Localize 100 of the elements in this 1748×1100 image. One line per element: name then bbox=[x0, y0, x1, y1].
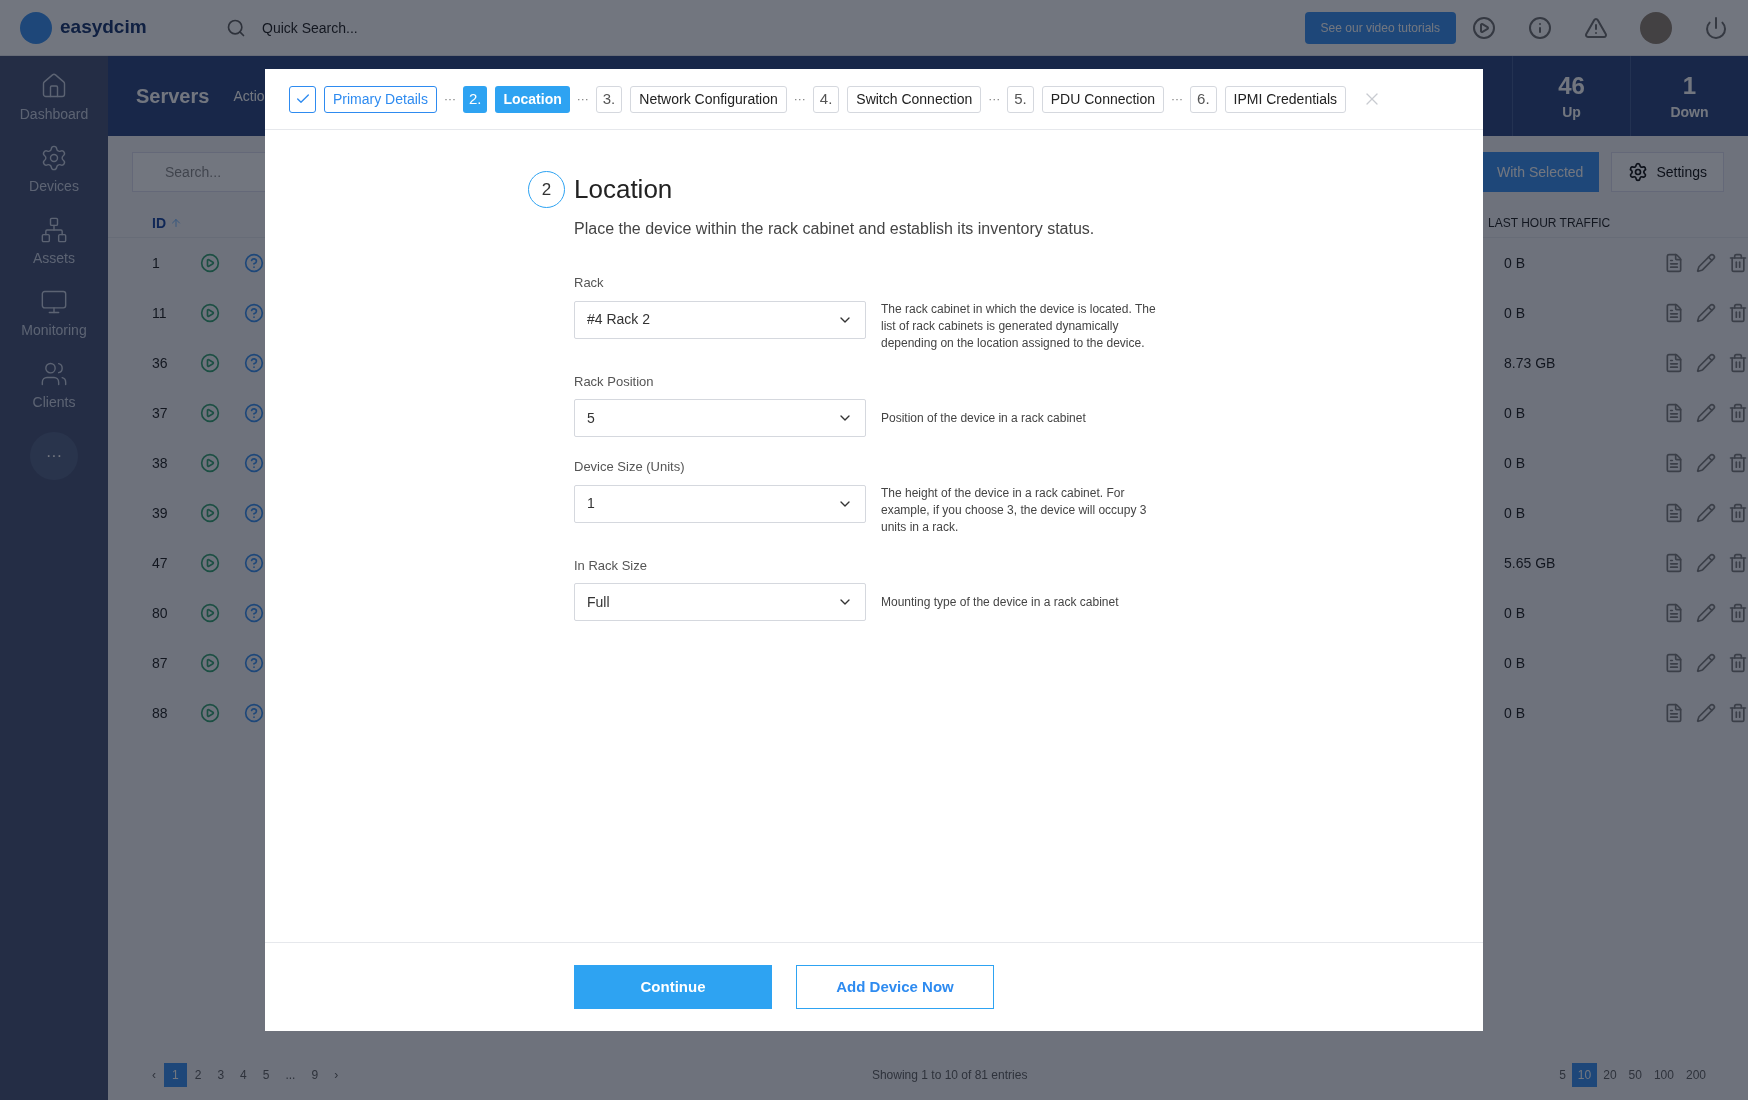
next-page-button[interactable]: › bbox=[326, 1067, 347, 1083]
step-number[interactable]: 4. bbox=[812, 85, 840, 113]
page-size-button[interactable]: 20 bbox=[1597, 1063, 1623, 1087]
page-button[interactable]: 3 bbox=[209, 1063, 233, 1087]
document-icon[interactable] bbox=[1664, 653, 1684, 673]
page-size-button[interactable]: 50 bbox=[1622, 1063, 1648, 1087]
search-icon bbox=[226, 17, 246, 38]
page-button[interactable]: 9 bbox=[303, 1063, 327, 1087]
table-cell-text: 11 bbox=[152, 304, 168, 323]
delete-icon[interactable] bbox=[1728, 353, 1748, 373]
edit-icon[interactable] bbox=[1696, 603, 1716, 623]
column-header[interactable]: ID bbox=[152, 212, 166, 233]
delete-icon[interactable] bbox=[1728, 703, 1748, 723]
quick-search-field[interactable]: Quick Search... bbox=[262, 17, 562, 38]
step-tab[interactable]: Location bbox=[495, 85, 570, 113]
play-icon[interactable] bbox=[200, 453, 220, 473]
delete-icon[interactable] bbox=[1728, 453, 1748, 473]
page-tab[interactable]: Actio bbox=[233, 86, 265, 106]
table-cell-text: 8.73 GB bbox=[1504, 354, 1557, 373]
edit-icon[interactable] bbox=[1696, 253, 1716, 273]
continue-button[interactable]: Continue bbox=[574, 965, 772, 1009]
table-cell-text: 88 bbox=[152, 704, 169, 723]
column-header[interactable]: LAST HOUR TRAFFIC bbox=[1488, 214, 1748, 231]
document-icon[interactable] bbox=[1664, 453, 1684, 473]
page-size-button[interactable]: 10 bbox=[1571, 1063, 1598, 1087]
previous-page-button[interactable]: ‹ bbox=[144, 1067, 164, 1083]
step-number[interactable]: 2. bbox=[462, 85, 488, 113]
stat-tile: 46 Up bbox=[1512, 56, 1630, 136]
settings-button[interactable]: Settings bbox=[1611, 152, 1724, 192]
edit-icon[interactable] bbox=[1696, 503, 1716, 523]
play-icon[interactable] bbox=[200, 503, 220, 523]
document-icon[interactable] bbox=[1664, 303, 1684, 323]
delete-icon[interactable] bbox=[1728, 403, 1748, 423]
step-tab[interactable]: IPMI Credentials bbox=[1224, 85, 1347, 113]
field-label: In Rack Size bbox=[574, 556, 648, 575]
edit-icon[interactable] bbox=[1696, 303, 1716, 323]
table-cell-text: 5.65 GB bbox=[1504, 554, 1557, 573]
table-cell-text: 0 B bbox=[1504, 604, 1526, 623]
page-button[interactable]: 5 bbox=[254, 1063, 278, 1087]
delete-icon[interactable] bbox=[1728, 653, 1748, 673]
delete-icon[interactable] bbox=[1728, 253, 1748, 273]
document-icon[interactable] bbox=[1664, 253, 1684, 273]
page-size-button[interactable]: 100 bbox=[1647, 1063, 1680, 1087]
gear-icon bbox=[40, 144, 68, 172]
play-icon[interactable] bbox=[200, 553, 220, 573]
select-field[interactable]: #4 Rack 2 bbox=[574, 300, 866, 339]
edit-icon[interactable] bbox=[1696, 353, 1716, 373]
delete-icon[interactable] bbox=[1728, 603, 1748, 623]
play-icon[interactable] bbox=[200, 653, 220, 673]
document-icon[interactable] bbox=[1664, 353, 1684, 373]
warning-icon[interactable] bbox=[1584, 15, 1608, 40]
select-field[interactable]: Full bbox=[574, 583, 866, 621]
avatar[interactable] bbox=[1640, 11, 1672, 44]
play-icon[interactable] bbox=[200, 703, 220, 723]
play-icon[interactable] bbox=[200, 353, 220, 373]
delete-icon[interactable] bbox=[1728, 503, 1748, 523]
delete-icon[interactable] bbox=[1728, 303, 1748, 323]
step-number[interactable]: 5. bbox=[1007, 85, 1034, 113]
with-selected-button[interactable]: With Selected bbox=[1481, 152, 1600, 192]
delete-icon[interactable] bbox=[1728, 553, 1748, 573]
document-icon[interactable] bbox=[1664, 703, 1684, 723]
edit-icon[interactable] bbox=[1696, 653, 1716, 673]
step-number[interactable]: 3. bbox=[595, 85, 623, 113]
document-icon[interactable] bbox=[1664, 553, 1684, 573]
info-icon[interactable] bbox=[1528, 15, 1552, 40]
power-icon[interactable] bbox=[1704, 15, 1728, 40]
page-button[interactable]: ... bbox=[277, 1063, 304, 1087]
check-icon[interactable] bbox=[289, 85, 316, 113]
table-cell-text: 0 B bbox=[1504, 704, 1526, 723]
question-icon bbox=[244, 703, 264, 723]
page-button[interactable]: 1 bbox=[164, 1063, 187, 1087]
step-tab[interactable]: Primary Details bbox=[324, 85, 437, 113]
document-icon[interactable] bbox=[1664, 603, 1684, 623]
section-description: Place the device within the rack cabinet and establish its inventory status. bbox=[574, 219, 1096, 239]
edit-icon[interactable] bbox=[1696, 703, 1716, 723]
step-tab[interactable]: Switch Connection bbox=[847, 85, 982, 113]
more-button[interactable]: ··· bbox=[30, 432, 78, 480]
play-icon[interactable] bbox=[200, 253, 220, 273]
edit-icon[interactable] bbox=[1696, 403, 1716, 423]
play-icon[interactable] bbox=[200, 303, 220, 323]
tutorials-button[interactable]: See our video tutorials bbox=[1304, 11, 1456, 44]
edit-icon[interactable] bbox=[1696, 453, 1716, 473]
document-icon[interactable] bbox=[1664, 403, 1684, 423]
play-icon[interactable] bbox=[200, 403, 220, 423]
step-tab[interactable]: Network Configuration bbox=[630, 85, 787, 113]
page-button[interactable]: 4 bbox=[232, 1063, 255, 1087]
page-size-button[interactable]: 200 bbox=[1679, 1063, 1712, 1087]
play-icon[interactable] bbox=[1472, 15, 1496, 40]
page-size-button[interactable]: 5 bbox=[1553, 1063, 1572, 1087]
edit-icon[interactable] bbox=[1696, 553, 1716, 573]
document-icon[interactable] bbox=[1664, 503, 1684, 523]
add-device-button[interactable]: Add Device Now bbox=[796, 965, 994, 1009]
page-button[interactable]: 2 bbox=[186, 1063, 210, 1087]
select-field[interactable]: 1 bbox=[574, 484, 866, 523]
table-cell-text: 39 bbox=[152, 504, 169, 523]
play-icon[interactable] bbox=[200, 603, 220, 623]
select-field[interactable]: 5 bbox=[574, 399, 866, 437]
step-tab[interactable]: PDU Connection bbox=[1041, 85, 1165, 113]
step-number[interactable]: 6. bbox=[1190, 85, 1217, 113]
sort-arrow-icon[interactable] bbox=[170, 216, 182, 229]
